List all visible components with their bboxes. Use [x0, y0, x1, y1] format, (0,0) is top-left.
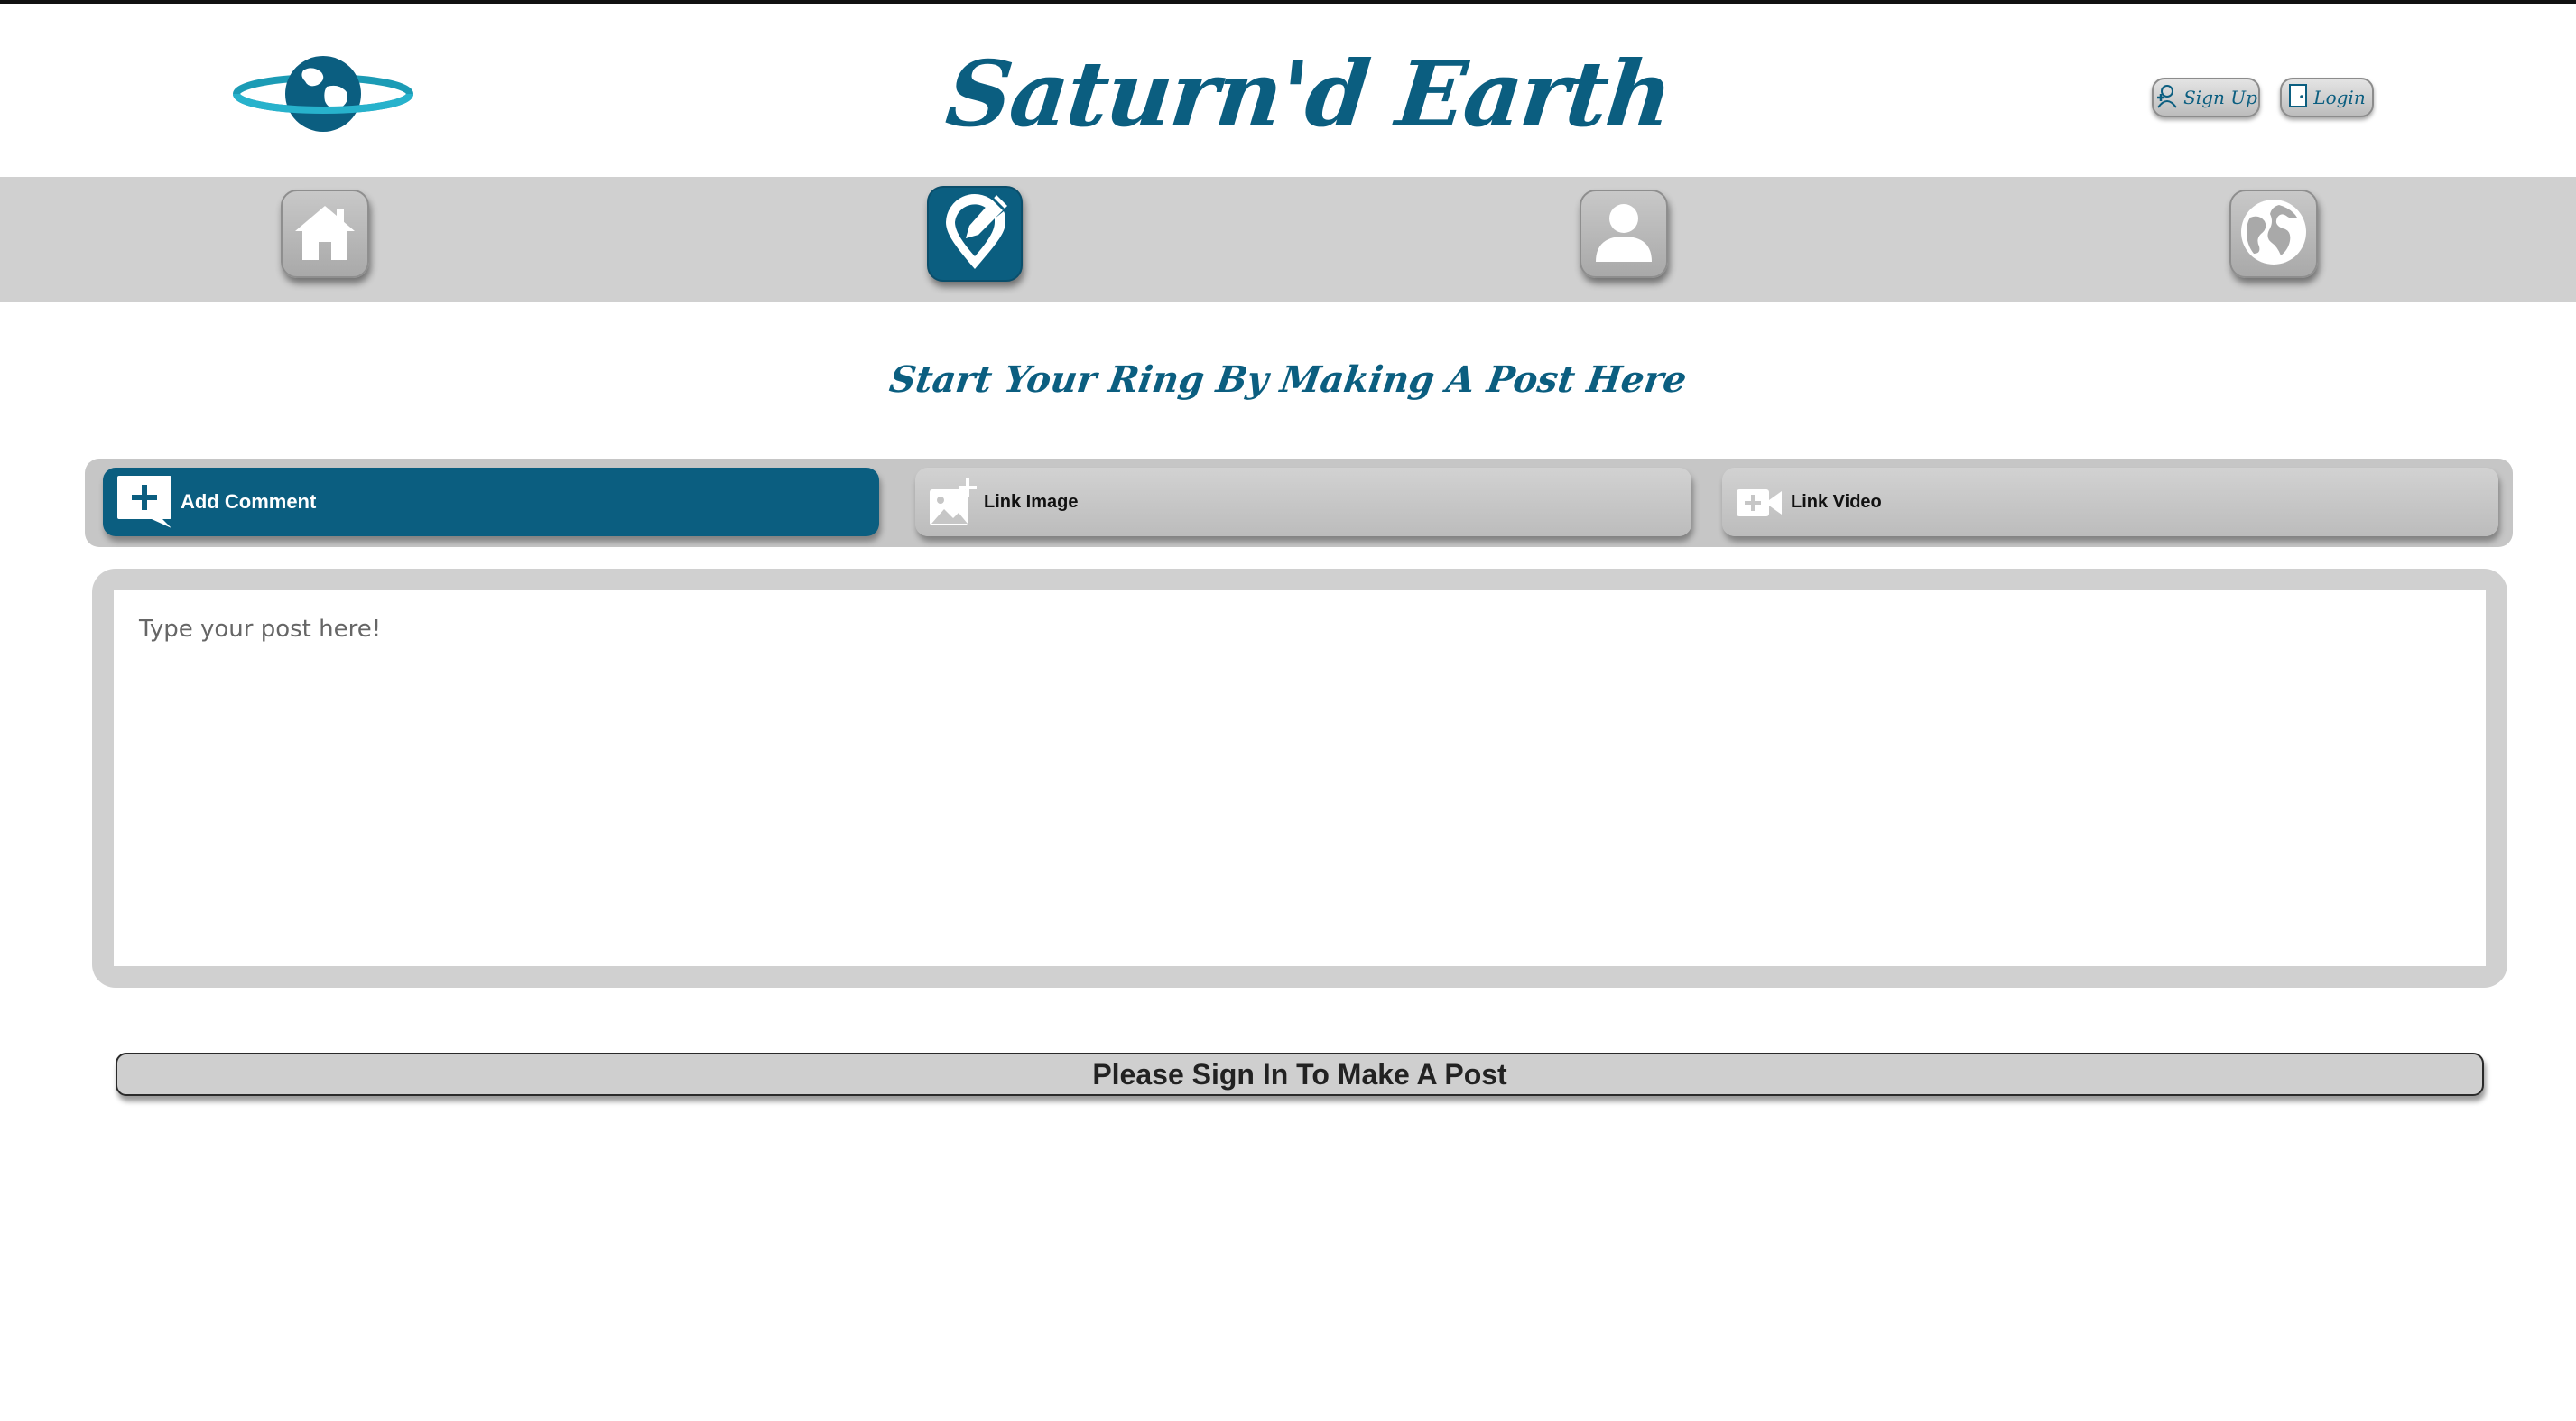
sign-up-button[interactable]: Sign Up — [2152, 78, 2260, 117]
nav-home-button[interactable] — [281, 190, 369, 278]
add-image-icon — [928, 477, 977, 527]
tab-link-image[interactable]: Link Image — [915, 468, 1691, 536]
nav-make-post-button[interactable] — [927, 186, 1023, 282]
page-subtitle: Start Your Ring By Making A Post Here — [886, 358, 1690, 401]
login-button[interactable]: Login — [2280, 78, 2374, 117]
login-label: Login — [2313, 87, 2366, 108]
sign-in-message: Please Sign In To Make A Post — [1092, 1057, 1507, 1091]
add-video-icon — [1735, 484, 1784, 520]
globe-icon — [2238, 196, 2310, 273]
main-nav — [0, 177, 2576, 302]
post-type-tabs: Add Comment Link Image Link Video — [85, 459, 2513, 547]
tab-link-video-label: Link Video — [1791, 491, 1882, 512]
post-text-input[interactable] — [114, 590, 2486, 966]
saturn-earth-logo[interactable] — [233, 51, 413, 137]
site-title: Saturn'd Earth — [941, 41, 1676, 147]
nav-world-button[interactable] — [2229, 190, 2318, 278]
tab-link-video[interactable]: Link Video — [1722, 468, 2498, 536]
door-icon — [2288, 83, 2308, 113]
pin-edit-icon — [939, 191, 1011, 277]
sign-up-label: Sign Up — [2183, 87, 2257, 108]
tab-add-comment-label: Add Comment — [181, 490, 317, 513]
home-icon — [292, 202, 358, 266]
tab-add-comment[interactable]: Add Comment — [103, 468, 879, 536]
sign-in-to-post-button[interactable]: Please Sign In To Make A Post — [116, 1053, 2484, 1096]
tab-link-image-label: Link Image — [984, 491, 1079, 512]
site-header: Saturn'd Earth Sign Up Login — [0, 4, 2576, 177]
nav-profile-button[interactable] — [1580, 190, 1668, 278]
add-user-icon — [2154, 83, 2178, 113]
add-comment-icon — [116, 474, 173, 530]
user-icon — [1592, 200, 1655, 268]
post-editor-frame — [92, 569, 2507, 988]
